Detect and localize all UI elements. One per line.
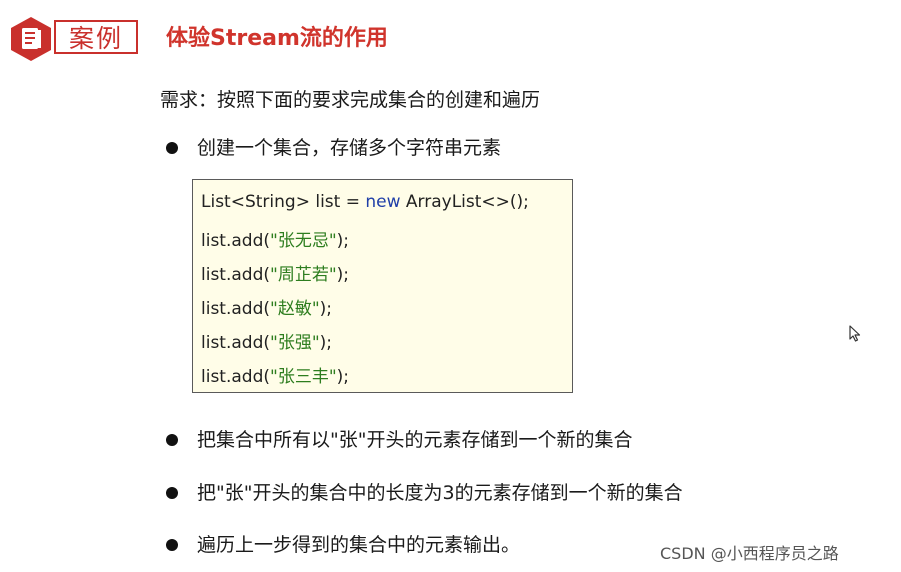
document-icon <box>11 17 51 61</box>
section-badge: 案例 <box>8 16 138 61</box>
code-string: "赵敏" <box>270 299 320 319</box>
badge-label: 案例 <box>54 20 138 54</box>
page-title: 体验Stream流的作用 <box>166 26 388 51</box>
code-text: ArrayList<>(); <box>400 192 529 212</box>
requirement-text: 需求：按照下面的要求完成集合的创建和遍历 <box>160 89 541 111</box>
bullet-dot-icon <box>166 142 178 154</box>
bullet-item: 把集合中所有以"张"开头的元素存储到一个新的集合 <box>166 427 846 453</box>
code-line-declaration: List<String> list = new ArrayList<>(); <box>201 192 529 212</box>
bullet-dot-icon <box>166 487 178 499</box>
code-line-add: list.add("张强"); <box>201 328 332 353</box>
code-text: ); <box>319 299 333 319</box>
code-string: "张无忌" <box>270 231 337 251</box>
code-text: ); <box>336 231 350 251</box>
bullet-text: 把集合中所有以"张"开头的元素存储到一个新的集合 <box>197 429 633 451</box>
code-string: "张三丰" <box>270 367 337 387</box>
code-text: ); <box>336 367 350 387</box>
code-line-add: list.add("张三丰"); <box>201 362 349 387</box>
code-line-add: list.add("赵敏"); <box>201 294 332 319</box>
code-text: list.add( <box>201 231 271 251</box>
code-keyword: new <box>365 192 401 212</box>
bullet-text: 遍历上一步得到的集合中的元素输出。 <box>197 534 521 556</box>
bullet-text: 把"张"开头的集合中的长度为3的元素存储到一个新的集合 <box>197 482 683 504</box>
watermark: CSDN @小西程序员之路 <box>660 544 839 563</box>
code-text: list.add( <box>201 299 271 319</box>
code-string: "张强" <box>270 333 320 353</box>
code-text: list.add( <box>201 265 271 285</box>
code-string: "周芷若" <box>270 265 337 285</box>
code-text: ); <box>336 265 350 285</box>
mouse-cursor-icon <box>849 325 861 342</box>
code-block: List<String> list = new ArrayList<>(); l… <box>192 179 573 393</box>
code-text: List<String> list = <box>201 192 366 212</box>
bullet-item: 创建一个集合，存储多个字符串元素 <box>166 135 846 161</box>
code-text: list.add( <box>201 333 271 353</box>
code-text: list.add( <box>201 367 271 387</box>
code-line-add: list.add("周芷若"); <box>201 260 349 285</box>
bullet-text: 创建一个集合，存储多个字符串元素 <box>197 137 502 159</box>
bullet-dot-icon <box>166 434 178 446</box>
code-text: ); <box>319 333 333 353</box>
bullet-dot-icon <box>166 539 178 551</box>
bullet-item: 把"张"开头的集合中的长度为3的元素存储到一个新的集合 <box>166 480 846 506</box>
code-line-add: list.add("张无忌"); <box>201 226 349 251</box>
